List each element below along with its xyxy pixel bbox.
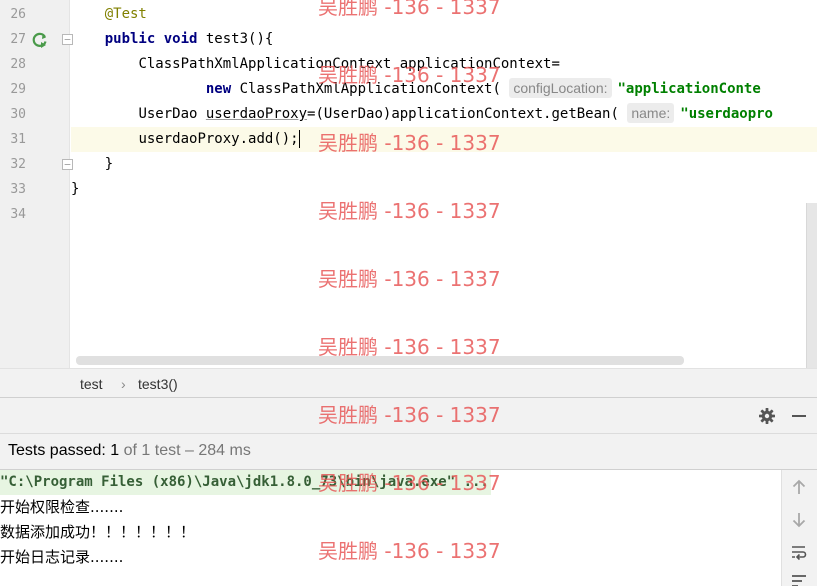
keyword-void: void	[163, 31, 198, 47]
status-label: Tests passed:	[8, 442, 106, 459]
code-line-26: @Test	[71, 2, 817, 27]
declaration-text: ClassPathXmlApplicationContext applicati…	[138, 56, 560, 72]
line-number: 26	[10, 7, 26, 22]
breadcrumb-item-method[interactable]: test3()	[138, 376, 178, 392]
string-literal: "applicationConte	[617, 81, 761, 97]
code-line-30: UserDao userdaoProxy=(UserDao)applicatio…	[71, 102, 817, 127]
console-side-toolbar	[782, 470, 817, 586]
horizontal-scrollbar[interactable]	[76, 356, 684, 365]
line-number: 31	[10, 132, 26, 147]
breadcrumb-item-class[interactable]: test	[80, 376, 103, 392]
code-line-32: }	[71, 152, 817, 177]
string-literal: "userdaopro	[680, 106, 773, 122]
text-caret	[298, 130, 300, 148]
minimize-icon[interactable]	[790, 407, 808, 425]
vertical-scrollbar[interactable]	[806, 203, 817, 368]
code-line-29: new ClassPathXmlApplicationContext( conf…	[71, 77, 817, 102]
console-command-line: "C:\Program Files (x86)\Java\jdk1.8.0_73…	[0, 470, 491, 495]
status-text: Tests passed: 1 of 1 test – 284 ms	[8, 434, 251, 468]
getbean-call: =(UserDao)applicationContext.getBean(	[307, 106, 619, 122]
passed-count: 1	[110, 442, 120, 459]
test-status-bar: Tests passed: 1 of 1 test – 284 ms	[0, 434, 817, 470]
code-line-33: }	[71, 177, 817, 202]
code-area[interactable]: @Test public void test3(){ ClassPathXmlA…	[71, 0, 817, 368]
method-call: userdaoProxy.add();	[138, 131, 299, 147]
run-panel-header	[0, 398, 817, 434]
parameter-hint: name:	[627, 103, 675, 123]
parameter-hint: configLocation:	[509, 78, 612, 98]
breadcrumb-separator: ›	[121, 376, 126, 392]
status-summary: of 1 test – 284 ms	[123, 442, 251, 459]
arrow-down-icon[interactable]	[790, 511, 808, 529]
constructor-call: ClassPathXmlApplicationContext(	[231, 81, 501, 97]
line-number: 27	[10, 32, 26, 47]
type-name: UserDao	[138, 106, 206, 122]
line-number: 28	[10, 57, 26, 72]
line-number: 33	[10, 182, 26, 197]
code-line-27: public void test3(){	[71, 27, 817, 52]
method-signature: test3(){	[197, 31, 274, 47]
console-output[interactable]: "C:\Program Files (x86)\Java\jdk1.8.0_73…	[0, 470, 782, 586]
line-number: 34	[10, 207, 26, 222]
console-line: 开始权限检查.......	[0, 498, 124, 516]
closing-brace: }	[104, 156, 114, 172]
code-line-31-current: userdaoProxy.add();	[71, 127, 817, 152]
gear-icon[interactable]	[758, 407, 776, 425]
arrow-up-icon[interactable]	[790, 478, 808, 496]
line-number: 29	[10, 82, 26, 97]
console-line: 开始日志记录.......	[0, 548, 124, 566]
editor-gutter: 26 27 28 29 30 31 32 33 34	[0, 0, 73, 368]
code-editor[interactable]: 26 27 28 29 30 31 32 33 34 @Test public …	[0, 0, 817, 368]
breadcrumb: test › test3()	[0, 368, 817, 398]
line-number: 32	[10, 157, 26, 172]
keyword-public: public	[104, 31, 156, 47]
soft-wrap-icon[interactable]	[790, 543, 808, 561]
keyword-new: new	[205, 81, 232, 97]
sort-icon[interactable]	[790, 572, 808, 586]
variable-name: userdaoProxy	[205, 106, 308, 122]
run-test-icon[interactable]	[31, 31, 49, 49]
code-line-28: ClassPathXmlApplicationContext applicati…	[71, 52, 817, 77]
line-number: 30	[10, 107, 26, 122]
closing-brace: }	[71, 181, 80, 197]
console-line: 数据添加成功！！！！！！！	[0, 523, 196, 541]
annotation-test: @Test	[104, 6, 147, 22]
